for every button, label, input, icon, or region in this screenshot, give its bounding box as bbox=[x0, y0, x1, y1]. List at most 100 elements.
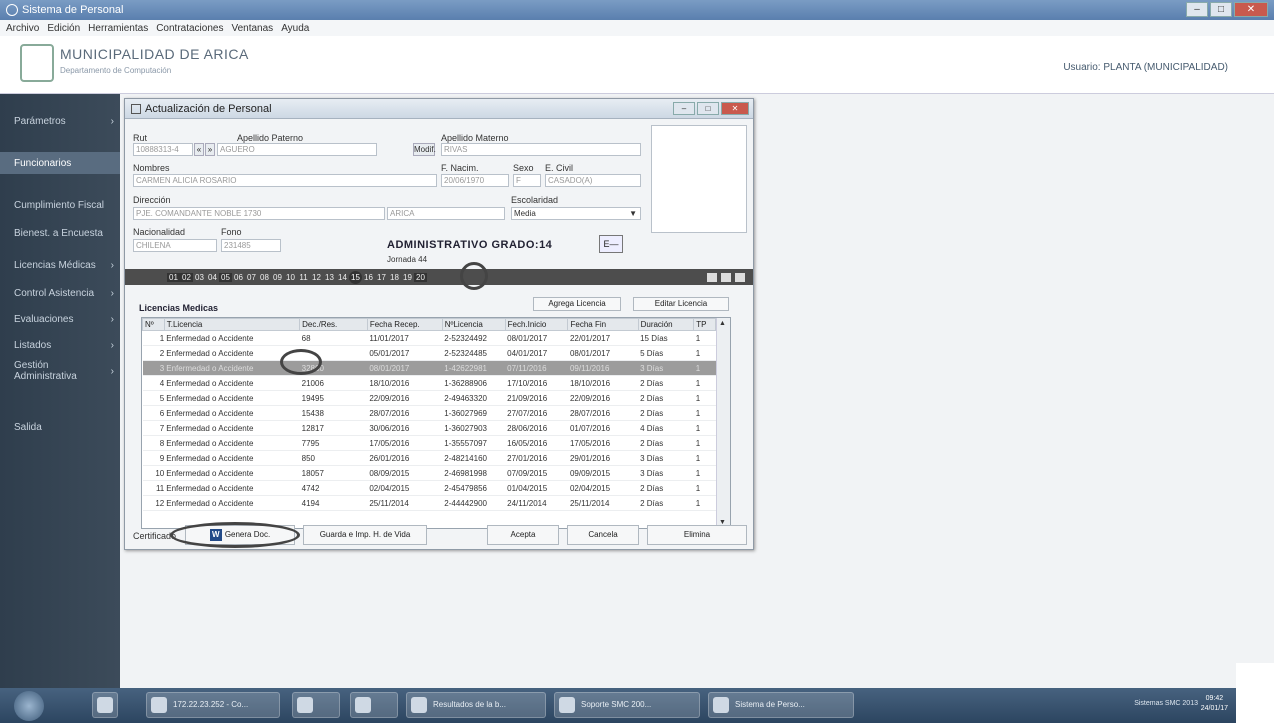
close-icon[interactable]: ✕ bbox=[1234, 2, 1268, 17]
menu-contrataciones[interactable]: Contrataciones bbox=[156, 23, 223, 34]
comuna-field[interactable]: ARICA bbox=[387, 207, 505, 220]
nombres-field[interactable]: CARMEN ALICIA ROSARIO bbox=[133, 174, 437, 187]
rut-search-button[interactable]: « bbox=[194, 143, 204, 156]
modif-button[interactable]: Modif. bbox=[413, 143, 436, 156]
taskbar-item-chrome[interactable]: Resultados de la b... bbox=[406, 692, 546, 718]
start-button[interactable] bbox=[14, 691, 44, 721]
apellido-materno-field[interactable]: RIVAS bbox=[441, 143, 641, 156]
tab-11[interactable]: 11 bbox=[297, 273, 310, 282]
column-header[interactable]: Nº bbox=[142, 318, 165, 331]
column-header[interactable]: Fech.Inicio bbox=[504, 318, 569, 331]
table-row[interactable]: 2 Enfermedad o Accidente 05/01/2017 2-52324… bbox=[142, 345, 716, 361]
table-row[interactable]: 12 Enfermedad o Accidente 4194 25/11/2014 2-… bbox=[142, 495, 716, 511]
tab-13[interactable]: 13 bbox=[323, 273, 336, 282]
nacionalidad-field[interactable]: CHILENA bbox=[133, 239, 217, 252]
taskbar-item-soporte[interactable]: Soporte SMC 200... bbox=[554, 692, 700, 718]
column-header[interactable]: Fecha Fin bbox=[567, 318, 639, 331]
menu-edicion[interactable]: Edición bbox=[47, 23, 80, 34]
tab-18[interactable]: 18 bbox=[388, 273, 401, 282]
rut-next-button[interactable]: » bbox=[205, 143, 215, 156]
tab-20[interactable]: 20 bbox=[414, 272, 427, 282]
column-header[interactable]: Fecha Recep. bbox=[366, 318, 443, 331]
tab-09[interactable]: 09 bbox=[271, 273, 284, 282]
tab-10[interactable]: 10 bbox=[284, 273, 297, 282]
sidebar-item-evaluaciones[interactable]: Evaluaciones › bbox=[0, 308, 120, 330]
system-tray-label[interactable]: Sistemas SMC 2013 bbox=[1134, 700, 1198, 707]
sidebar-item-funcionarios[interactable]: Funcionarios bbox=[0, 152, 120, 174]
menu-archivo[interactable]: Archivo bbox=[6, 23, 39, 34]
menu-ventanas[interactable]: Ventanas bbox=[231, 23, 273, 34]
sidebar-item-gestion[interactable]: Gestión Administrativa › bbox=[0, 360, 120, 382]
f-nacim-field[interactable]: 20/06/1970 bbox=[441, 174, 509, 187]
tab-16[interactable]: 16 bbox=[362, 273, 375, 282]
taskbar-item-explorer[interactable] bbox=[292, 692, 340, 718]
cancela-button[interactable]: Cancela bbox=[567, 525, 639, 545]
direccion-field[interactable]: PJE. COMANDANTE NOBLE 1730 bbox=[133, 207, 385, 220]
edit-cargo-button[interactable]: E— bbox=[599, 235, 623, 253]
menu-herramientas[interactable]: Herramientas bbox=[88, 23, 148, 34]
column-header[interactable]: Dec./Res. bbox=[299, 318, 368, 331]
rut-field[interactable]: 10888313-4 bbox=[133, 143, 193, 156]
column-header[interactable]: T.Licencia bbox=[163, 318, 301, 331]
guarda-hoja-vida-button[interactable]: Guarda e Imp. H. de Vida bbox=[303, 525, 427, 545]
scroll-up-icon[interactable]: ▲ bbox=[719, 320, 726, 327]
tab-01[interactable]: 01 bbox=[167, 272, 180, 282]
e-civil-field[interactable]: CASADO(A) bbox=[545, 174, 641, 187]
tab-06[interactable]: 06 bbox=[232, 273, 245, 282]
clock[interactable]: 09:42 24/01/17 bbox=[1201, 694, 1228, 714]
table-row[interactable]: 5 Enfermedad o Accidente 19495 22/09/2016 2-… bbox=[142, 390, 716, 406]
taskbar-item-remote[interactable]: 172.22.23.252 - Co... bbox=[146, 692, 280, 718]
sidebar-item-control-asistencia[interactable]: Control Asistencia › bbox=[0, 282, 120, 304]
print-icon[interactable] bbox=[707, 272, 717, 282]
taskbar-item-personal[interactable]: Sistema de Perso... bbox=[708, 692, 854, 718]
menu-ayuda[interactable]: Ayuda bbox=[281, 23, 309, 34]
table-row[interactable]: 4 Enfermedad o Accidente 21006 18/10/2016 1-… bbox=[142, 375, 716, 391]
escolaridad-select[interactable]: Media ▼ bbox=[511, 207, 641, 220]
sidebar-item-bienestar[interactable]: Bienest. a Encuesta bbox=[0, 222, 120, 244]
elimina-button[interactable]: Elimina bbox=[647, 525, 747, 545]
sidebar-item-parametros[interactable]: Parámetros › bbox=[0, 110, 120, 132]
fono-field[interactable]: 231485 bbox=[221, 239, 281, 252]
table-row[interactable]: 9 Enfermedad o Accidente 850 26/01/2016 2-48… bbox=[142, 450, 716, 466]
maximize-icon[interactable]: □ bbox=[1210, 2, 1232, 17]
close-icon[interactable]: ✕ bbox=[721, 102, 749, 115]
table-scrollbar[interactable]: ▲ ▼ bbox=[716, 318, 730, 528]
table-row[interactable]: 6 Enfermedad o Accidente 15438 28/07/2016 1-… bbox=[142, 405, 716, 421]
folder-icon[interactable] bbox=[721, 272, 731, 282]
sidebar-item-cumplimiento[interactable]: Cumplimiento Fiscal bbox=[0, 194, 120, 216]
export-icon[interactable] bbox=[735, 272, 745, 282]
tab-17[interactable]: 17 bbox=[375, 273, 388, 282]
column-header[interactable]: NºLicencia bbox=[441, 318, 506, 331]
tab-07[interactable]: 07 bbox=[245, 273, 258, 282]
agrega-licencia-button[interactable]: Agrega Licencia bbox=[533, 297, 621, 311]
tab-02[interactable]: 02 bbox=[180, 272, 193, 282]
tab-15[interactable]: 15 bbox=[349, 270, 362, 284]
table-row[interactable]: 8 Enfermedad o Accidente 7795 17/05/2016 1-3… bbox=[142, 435, 716, 451]
taskbar-item-media[interactable] bbox=[92, 692, 118, 718]
maximize-icon[interactable]: □ bbox=[697, 102, 719, 115]
taskbar-item-ie[interactable] bbox=[350, 692, 398, 718]
tab-03[interactable]: 03 bbox=[193, 273, 206, 282]
tab-19[interactable]: 19 bbox=[401, 273, 414, 282]
tab-04[interactable]: 04 bbox=[206, 273, 219, 282]
minimize-icon[interactable]: – bbox=[673, 102, 695, 115]
table-row[interactable]: 11 Enfermedad o Accidente 4742 02/04/2015 2-… bbox=[142, 480, 716, 496]
tab-12[interactable]: 12 bbox=[310, 273, 323, 282]
minimize-icon[interactable]: – bbox=[1186, 2, 1208, 17]
tab-05[interactable]: 05 bbox=[219, 272, 232, 282]
table-row[interactable]: 10 Enfermedad o Accidente 18057 08/09/2015 2… bbox=[142, 465, 716, 481]
apellido-paterno-field[interactable]: AGUERO bbox=[217, 143, 377, 156]
tab-14[interactable]: 14 bbox=[336, 273, 349, 282]
table-row[interactable]: 7 Enfermedad o Accidente 12817 30/06/2016 1-… bbox=[142, 420, 716, 436]
acepta-button[interactable]: Acepta bbox=[487, 525, 559, 545]
sidebar-item-listados[interactable]: Listados › bbox=[0, 334, 120, 356]
column-header[interactable]: TP bbox=[693, 318, 716, 331]
sexo-field[interactable]: F bbox=[513, 174, 541, 187]
column-header[interactable]: Duración bbox=[637, 318, 695, 331]
sidebar-item-salida[interactable]: Salida bbox=[0, 416, 120, 438]
editar-licencia-button[interactable]: Editar Licencia bbox=[633, 297, 729, 311]
table-row[interactable]: 1 Enfermedad o Accidente 68 11/01/2017 2-523… bbox=[142, 330, 716, 346]
table-row[interactable]: 3 Enfermedad o Accidente 32860 08/01/2017 1-… bbox=[142, 360, 716, 376]
sidebar-item-licencias[interactable]: Licencias Médicas › bbox=[0, 254, 120, 276]
tab-08[interactable]: 08 bbox=[258, 273, 271, 282]
